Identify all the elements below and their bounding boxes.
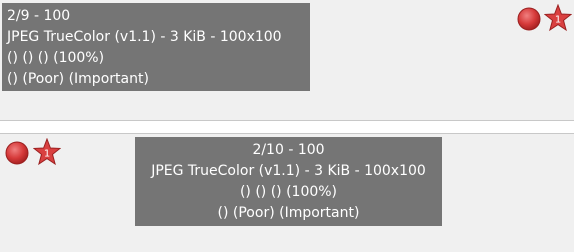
image-title: 2/10 - 100 (252, 142, 325, 158)
image-panel-bottom[interactable]: 1 2/10 - 100 JPEG TrueColor (v1.1) - 3 K… (0, 133, 574, 252)
image-tags: () (Poor) (Important) (7, 71, 149, 87)
panel-separator (0, 121, 574, 133)
image-panel-top[interactable]: 2/9 - 100 JPEG TrueColor (v1.1) - 3 KiB … (0, 0, 574, 121)
star-badge-icon[interactable]: 1 (544, 4, 572, 32)
image-ratings: () () () (100%) (239, 184, 338, 200)
star-badge-count: 1 (44, 149, 50, 160)
image-tags: () (Poor) (Important) (217, 205, 360, 221)
image-info-overlay: 2/10 - 100 JPEG TrueColor (v1.1) - 3 KiB… (135, 137, 442, 226)
star-badge-icon[interactable]: 1 (33, 138, 61, 166)
image-format: JPEG TrueColor (v1.1) - 3 KiB - 100x100 (7, 29, 282, 45)
star-badge-count: 1 (555, 15, 561, 26)
red-status-dot-icon[interactable] (516, 6, 542, 32)
red-status-dot-icon[interactable] (4, 140, 30, 166)
image-ratings: () () () (100%) (7, 50, 105, 66)
image-info-overlay: 2/9 - 100 JPEG TrueColor (v1.1) - 3 KiB … (2, 3, 310, 91)
image-viewer: 2/9 - 100 JPEG TrueColor (v1.1) - 3 KiB … (0, 0, 574, 252)
image-format: JPEG TrueColor (v1.1) - 3 KiB - 100x100 (151, 163, 426, 179)
image-title: 2/9 - 100 (7, 8, 71, 24)
